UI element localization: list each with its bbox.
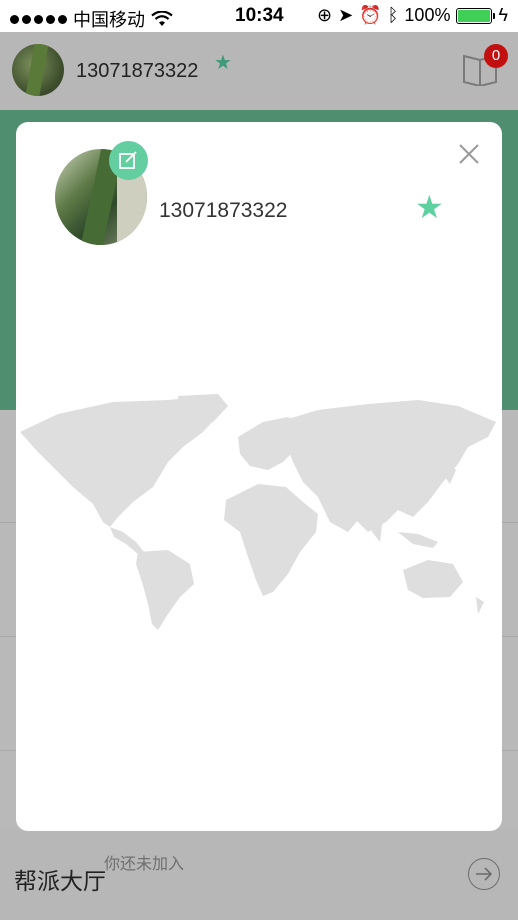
header-phone: 13071873322 [76, 60, 199, 82]
carrier-name: 中国移动 [73, 10, 145, 30]
bluetooth-icon: ᛒ [387, 5, 399, 25]
location-icon: ➤ [338, 5, 354, 25]
arrow-right-circle-icon[interactable] [468, 858, 500, 890]
battery-icon [456, 7, 496, 24]
carrier: 中国移动 [10, 6, 173, 32]
rotation-lock-icon: ⊕ [317, 5, 333, 25]
gang-hall-title: 帮派大厅 [14, 868, 106, 894]
star-icon: ★ [415, 189, 444, 225]
profile-phone: 13071873322 [159, 199, 288, 222]
profile-card: 13071873322 ★ [16, 122, 502, 831]
status-bar: 中国移动 10:34 ⊕ ➤ ⏰ ᛒ 100% ϟ [0, 0, 518, 32]
edit-icon [119, 151, 137, 169]
star-icon: ★ [214, 52, 232, 74]
notification-badge: 0 [484, 44, 508, 68]
edit-avatar-button[interactable] [109, 141, 148, 180]
clock: 10:34 [235, 5, 284, 26]
close-icon[interactable] [457, 142, 481, 166]
app-header: 13071873322 ★ 0 [0, 32, 518, 110]
gang-status: 你还未加入 [104, 856, 185, 873]
wifi-icon [151, 11, 173, 26]
avatar[interactable] [12, 44, 64, 96]
battery-percent: 100% [404, 5, 451, 25]
signal-dots-icon [10, 14, 67, 24]
charging-icon: ϟ [498, 5, 508, 25]
gang-hall-row[interactable]: 帮派大厅 你还未加入 [0, 828, 518, 920]
alarm-icon: ⏰ [359, 5, 382, 25]
world-map-image [20, 394, 496, 630]
